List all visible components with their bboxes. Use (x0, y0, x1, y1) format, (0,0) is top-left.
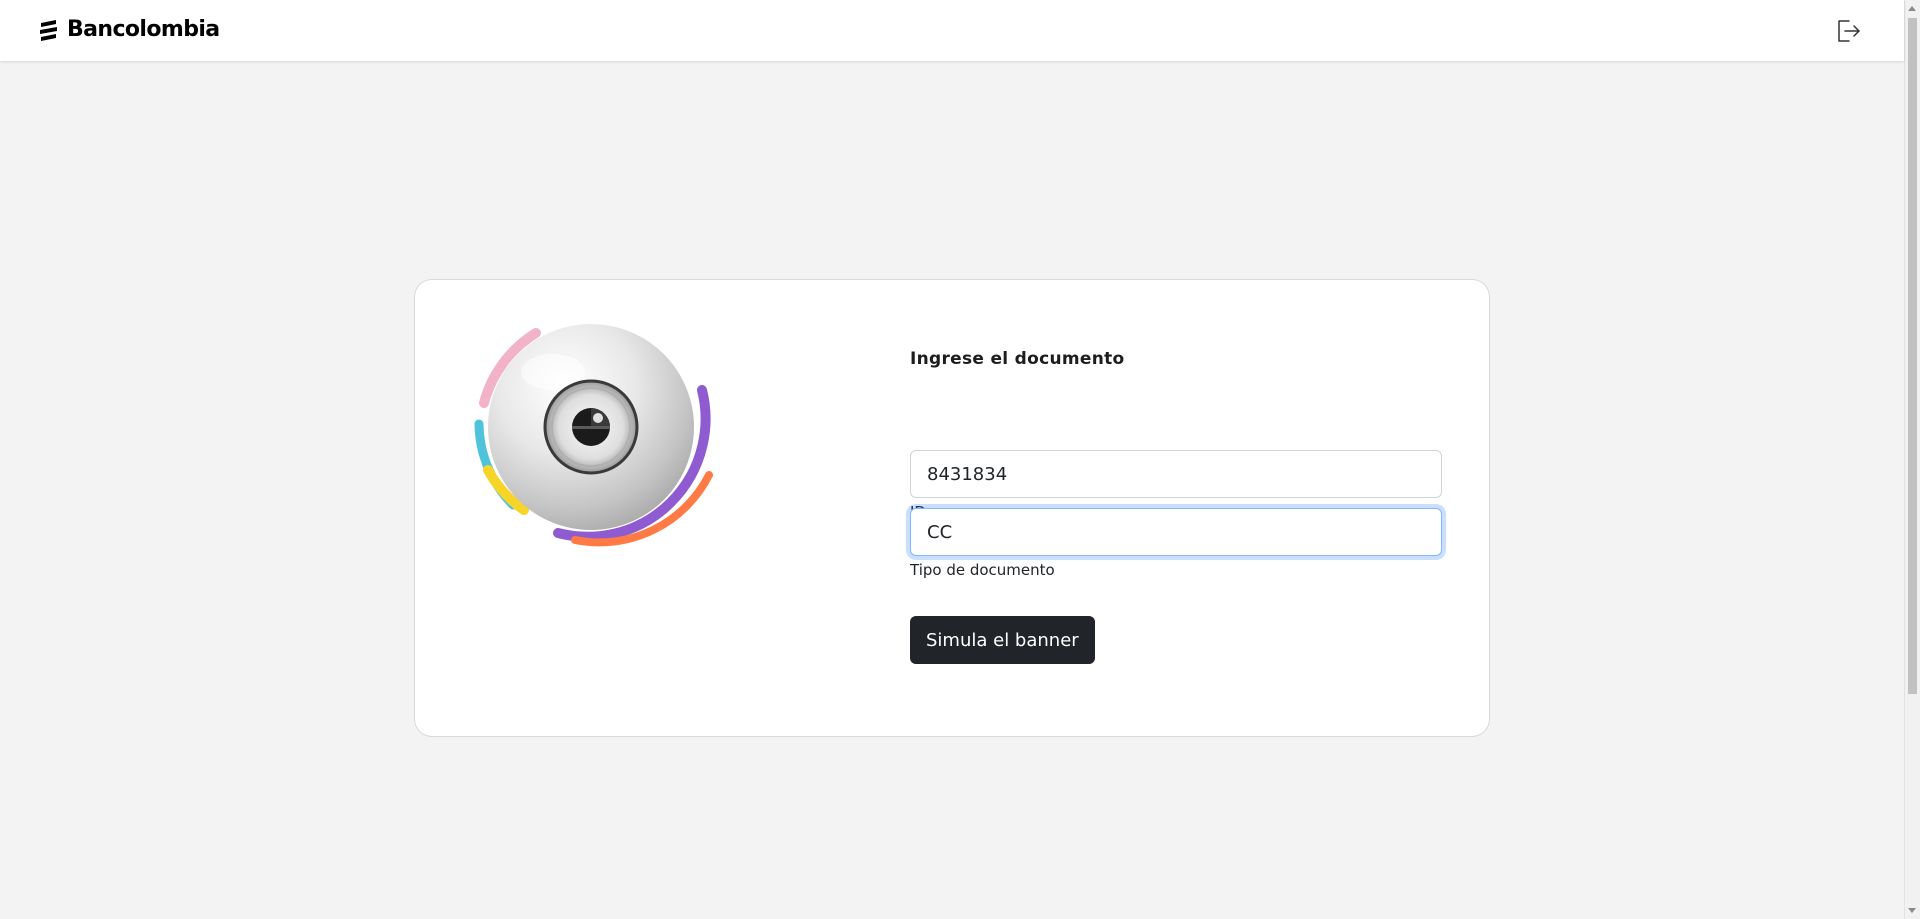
simulate-banner-button[interactable]: Simula el banner (910, 616, 1095, 664)
logout-icon (1838, 20, 1860, 42)
scroll-up-arrow-icon[interactable] (1908, 6, 1916, 11)
top-navbar: Bancolombia (0, 0, 1904, 61)
scroll-thumb[interactable] (1908, 18, 1917, 694)
doc-type-input[interactable] (910, 508, 1442, 556)
page-scrollbar[interactable] (1904, 0, 1920, 919)
scroll-down-arrow-icon[interactable] (1908, 908, 1916, 913)
doc-type-label: Tipo de documento (910, 561, 1055, 579)
doc-type-field-group: Tipo de documento (910, 508, 1442, 580)
bancolombia-logo-icon (40, 20, 57, 41)
id-input[interactable] (910, 450, 1442, 498)
form-title: Ingrese el documento (910, 349, 1125, 369)
brand-logo[interactable]: Bancolombia (37, 17, 220, 43)
brand-name: Bancolombia (67, 17, 220, 42)
logout-button[interactable] (1834, 17, 1862, 45)
camera-eye-illustration (474, 324, 713, 547)
